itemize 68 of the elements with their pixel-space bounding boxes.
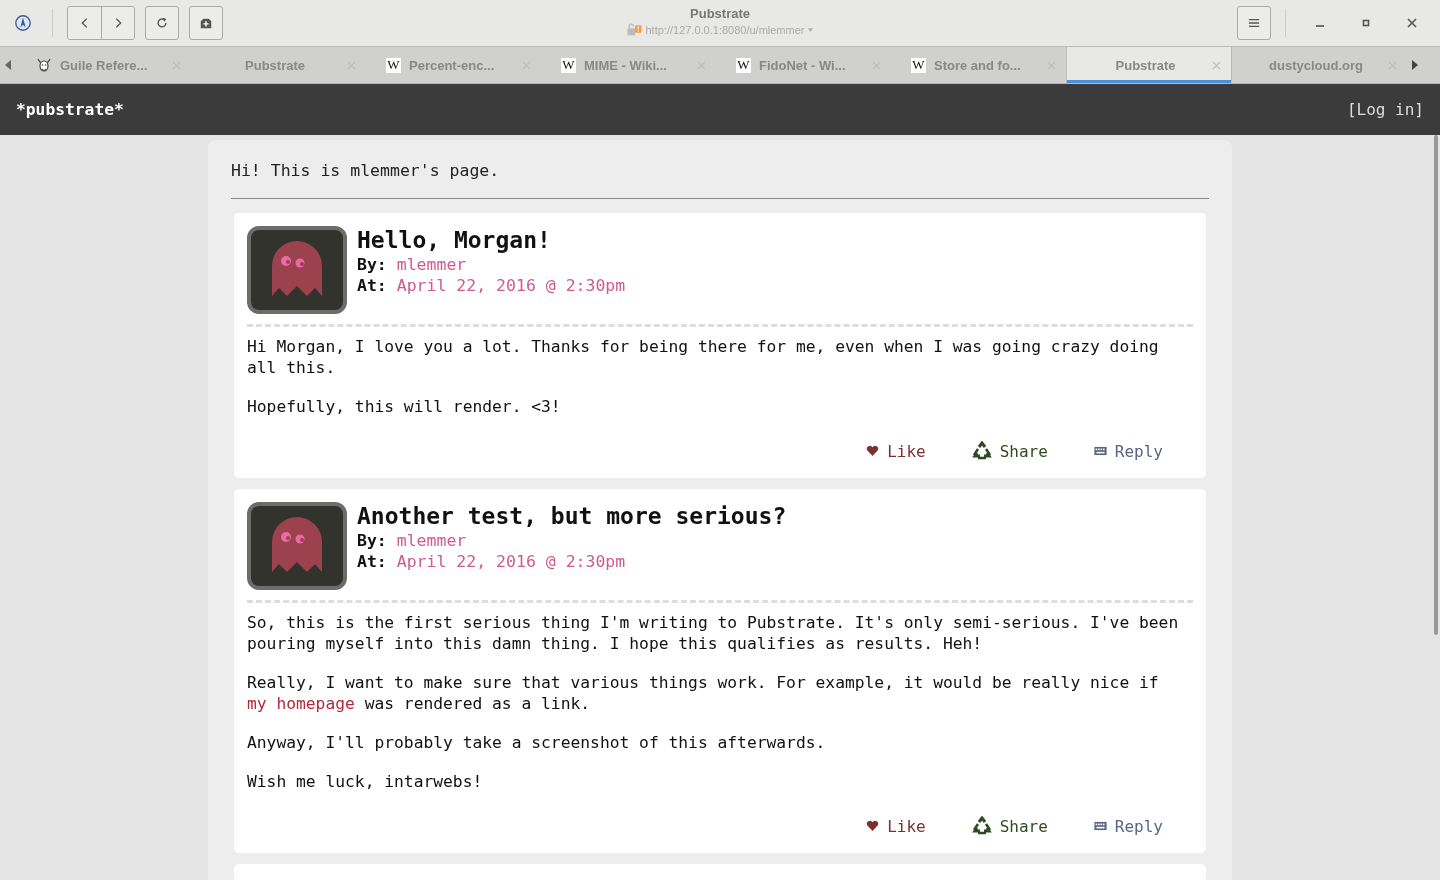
plus-tray-icon [199,16,213,30]
post-action-button[interactable]: Share [963,812,1056,840]
new-tab-button[interactable] [189,6,223,40]
post-paragraph: Really, I want to make sure that various things work. For example, it would be really nice if my homepage was rendered as a link. [247,672,1160,714]
scroll-left-icon[interactable] [5,60,11,70]
insecure-lock-icon [626,23,642,36]
tab-label: Guile Refere... [60,57,149,73]
favicon: W [561,57,576,73]
window-title: Pubstrate [690,6,750,21]
tab-label: FidoNet - Wi... [759,57,847,73]
post-action-button[interactable]: Like [858,812,934,840]
tab-label: dustycloud.org [1268,57,1364,73]
at-label: At: [357,276,387,295]
browser-tab[interactable]: W Percent-enc... [366,47,541,83]
compass-icon[interactable] [14,14,32,32]
ghost-avatar-icon [247,502,347,590]
keyboard-icon [1093,445,1107,457]
gnu-head-icon [36,57,52,73]
post-paragraph: So, this is the first serious thing I'm writing to Pubstrate. It's only semi-serious. I've been pouring myself into this damn thing. I hope this qualifies as results. Heh! [247,612,1180,654]
favicon: W [736,57,751,73]
browser-tab[interactable]: W MIME - Wiki... [541,47,716,83]
back-button[interactable] [68,7,101,39]
author-link[interactable]: mlemmer [396,531,467,550]
tab-label: Pubstrate [244,57,306,73]
browser-tab[interactable]: W Store and fo... [891,47,1066,83]
post-action-button[interactable]: Reply [1085,812,1171,840]
menu-icon [1248,17,1260,29]
at-label: At: [357,552,387,571]
by-label: By: [357,531,387,550]
tab-label: Percent-enc... [409,57,496,73]
post-action-button[interactable]: Share [963,437,1056,465]
login-link[interactable]: [Log in] [1346,100,1424,119]
post-action-button[interactable]: Like [858,437,934,465]
reload-icon [155,16,169,30]
by-label: By: [357,255,387,274]
post-title: Another test, but more serious? [357,503,787,529]
menu-button[interactable] [1237,6,1271,40]
author-link[interactable]: mlemmer [396,255,467,274]
favicon: W [386,57,401,73]
recycle-icon [971,441,992,461]
post-paragraph: Hi Morgan, I love you a lot. Thanks for being there for me, even when I was going crazy doing all this. [247,336,1160,378]
post-title: Hello, Morgan! [357,227,552,253]
post-paragraph: Anyway, I'll probably take a screenshot of this afterwards. [247,732,827,753]
dropdown-icon[interactable] [808,27,814,32]
scroll-right-icon[interactable] [1412,60,1418,70]
post-action-button[interactable]: Reply [1085,437,1171,465]
homepage-link[interactable]: my homepage [247,694,355,713]
maximize-icon[interactable] [1360,17,1372,29]
favicon: W [911,57,926,73]
intro-text: Hi! This is mlemmer's page. [231,161,501,180]
post-paragraph: Hopefully, this will render. <3! [247,396,562,417]
tab-label: MIME - Wiki... [584,57,668,73]
recycle-icon [971,816,992,836]
forward-button[interactable] [101,7,134,39]
date-link[interactable]: April 22, 2016 @ 2:30pm [396,552,626,571]
date-link[interactable]: April 22, 2016 @ 2:30pm [396,276,626,295]
keyboard-icon [1093,820,1107,832]
reload-button[interactable] [145,6,179,40]
heart-icon [866,445,880,457]
tab-label: Store and fo... [934,57,1022,73]
post-paragraph: Wish me luck, intarwebs! [247,771,484,792]
close-tab-icon[interactable] [1212,60,1221,70]
close-icon[interactable] [1406,17,1418,29]
tab-label: Pubstrate [1114,57,1177,73]
heart-icon [866,820,880,832]
browser-tab[interactable]: W FidoNet - Wi... [716,47,891,83]
ghost-avatar-icon [247,226,347,314]
site-logo[interactable]: *pubstrate* [16,100,124,119]
